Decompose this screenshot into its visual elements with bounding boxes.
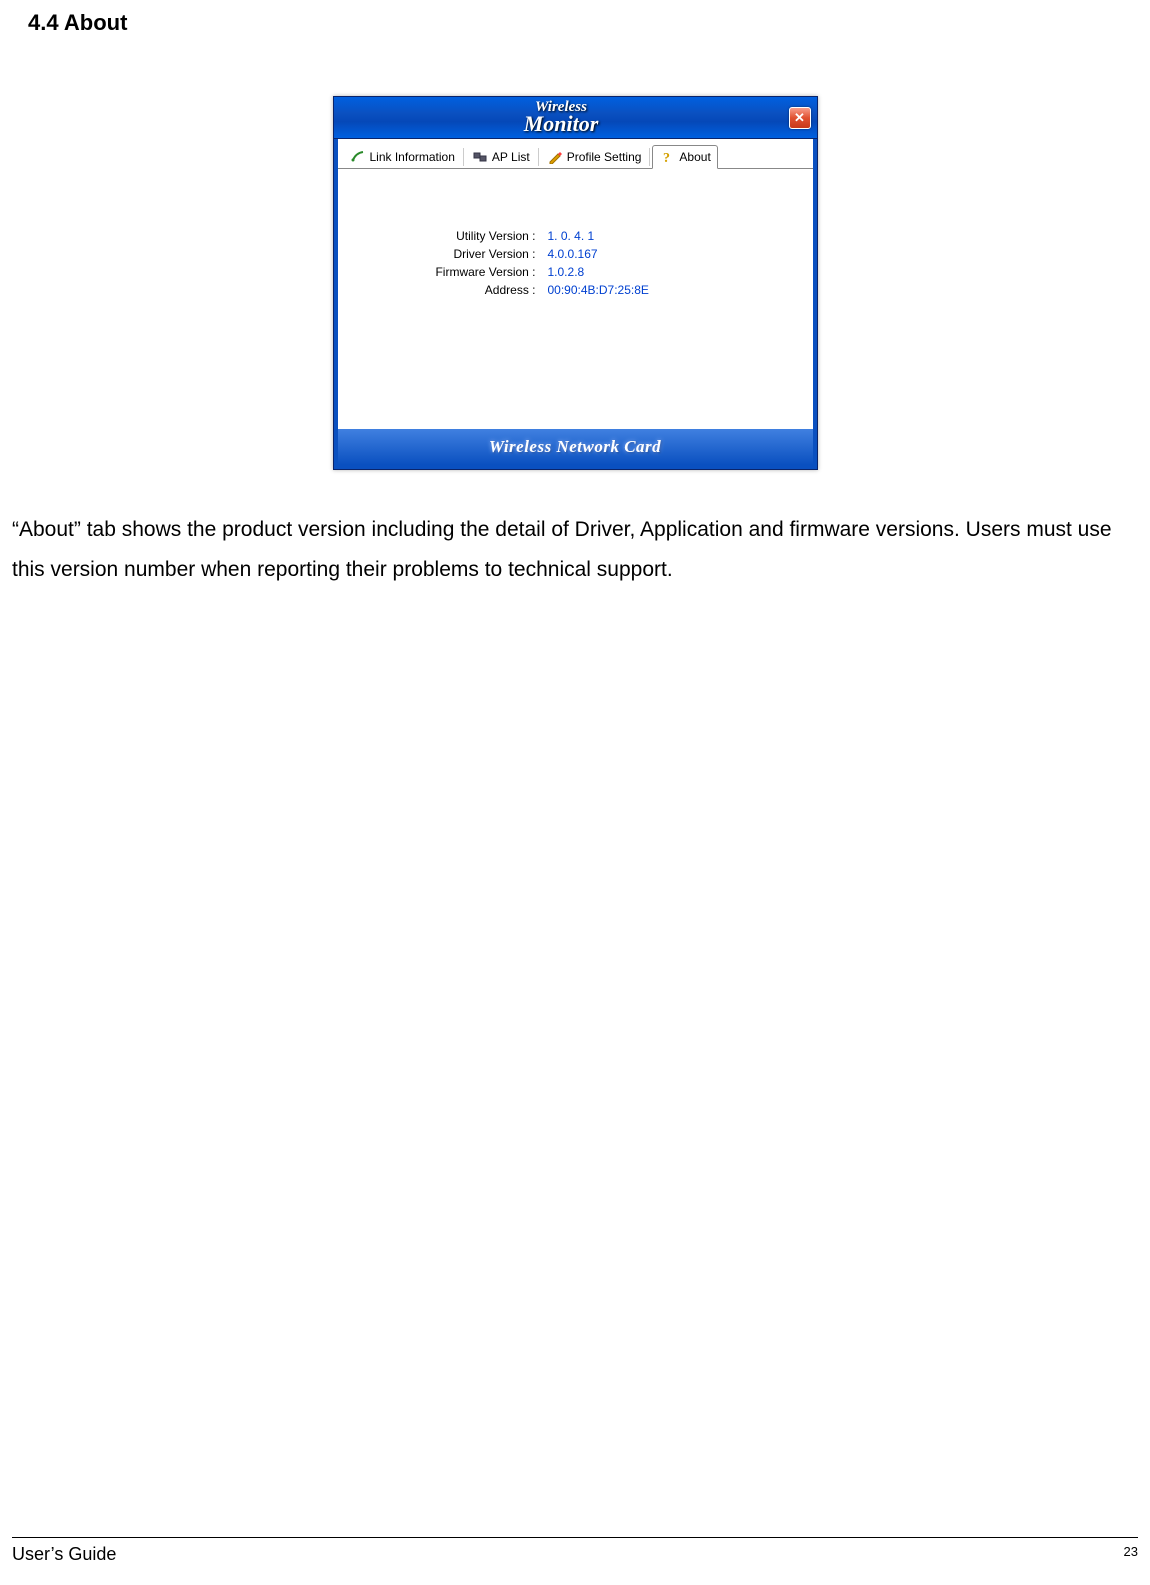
tab-label: About [679, 150, 710, 164]
utility-version-label: Utility Version : [378, 229, 548, 243]
footer-left: User’s Guide [12, 1544, 116, 1565]
section-heading: 4.4 About [0, 0, 1150, 36]
ap-list-icon [472, 149, 488, 165]
utility-version-value: 1. 0. 4. 1 [548, 229, 595, 243]
driver-version-label: Driver Version : [378, 247, 548, 261]
banner-text: Wireless Network Card [489, 437, 661, 457]
tab-link-information[interactable]: Link Information [344, 146, 461, 168]
help-icon: ? [659, 149, 675, 165]
driver-version-value: 4.0.0.167 [548, 247, 598, 261]
firmware-version-row: Firmware Version : 1.0.2.8 [378, 265, 773, 279]
wireless-monitor-window: Wireless Monitor ✕ Link Information [333, 96, 818, 470]
tab-label: Link Information [370, 150, 455, 164]
pencil-icon [547, 149, 563, 165]
firmware-version-label: Firmware Version : [378, 265, 548, 279]
tab-separator [463, 148, 464, 166]
signal-icon [350, 149, 366, 165]
page-footer: User’s Guide 23 [12, 1537, 1138, 1565]
about-content: Utility Version : 1. 0. 4. 1 Driver Vers… [338, 169, 813, 429]
tab-separator [538, 148, 539, 166]
close-icon: ✕ [794, 110, 805, 126]
tab-bar: Link Information AP List Profile Setting [338, 139, 813, 169]
driver-version-row: Driver Version : 4.0.0.167 [378, 247, 773, 261]
footer-banner: Wireless Network Card [338, 429, 813, 465]
tab-label: Profile Setting [567, 150, 642, 164]
tab-ap-list[interactable]: AP List [466, 146, 536, 168]
screenshot-figure: Wireless Monitor ✕ Link Information [0, 96, 1150, 470]
logo-line2: Monitor [524, 113, 599, 135]
tab-profile-setting[interactable]: Profile Setting [541, 146, 648, 168]
address-value: 00:90:4B:D7:25:8E [548, 283, 649, 297]
app-logo: Wireless Monitor [334, 100, 789, 135]
address-label: Address : [378, 283, 548, 297]
firmware-version-value: 1.0.2.8 [548, 265, 585, 279]
tab-about[interactable]: ? About [652, 145, 717, 169]
utility-version-row: Utility Version : 1. 0. 4. 1 [378, 229, 773, 243]
tab-separator [649, 148, 650, 166]
body-paragraph: “About” tab shows the product version in… [12, 510, 1138, 590]
window-titlebar: Wireless Monitor ✕ [334, 97, 817, 139]
tab-label: AP List [492, 150, 530, 164]
close-button[interactable]: ✕ [789, 107, 811, 129]
page-number: 23 [1124, 1544, 1138, 1565]
svg-text:?: ? [663, 151, 670, 164]
address-row: Address : 00:90:4B:D7:25:8E [378, 283, 773, 297]
